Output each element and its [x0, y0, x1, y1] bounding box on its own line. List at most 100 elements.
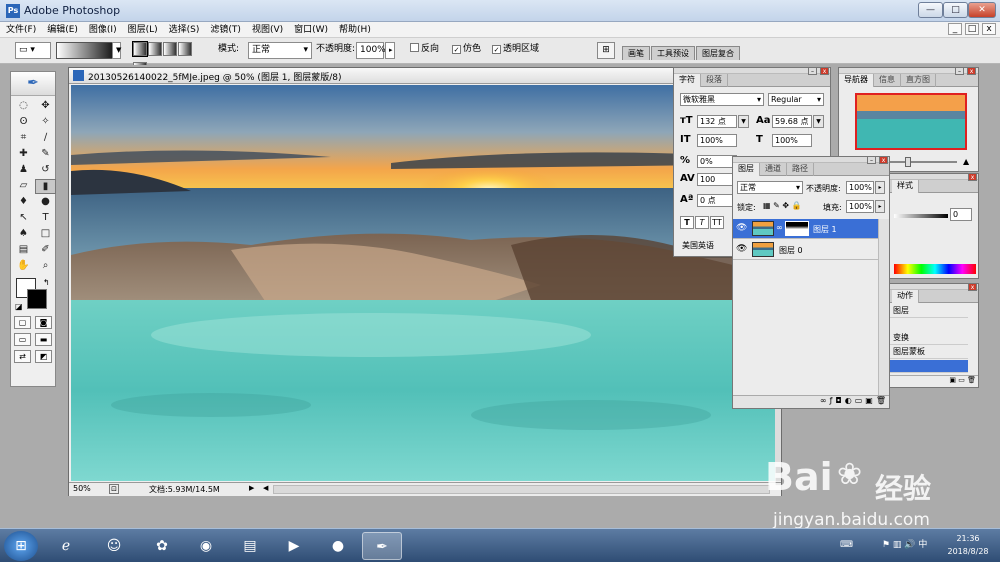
- chevron-down-icon[interactable]: ▼: [738, 115, 749, 128]
- shape-tool-icon[interactable]: □: [35, 227, 56, 242]
- photoshop-taskbar-icon[interactable]: ✒: [362, 532, 402, 560]
- zoom-knob[interactable]: [905, 157, 911, 167]
- opacity-input[interactable]: 100%: [356, 42, 386, 59]
- horizontal-scrollbar[interactable]: [273, 485, 770, 494]
- layer-row-selected[interactable]: 👁 ∞ 图层 1: [733, 219, 878, 239]
- layers-scrollbar[interactable]: [878, 219, 889, 395]
- font-style-select[interactable]: Regular ▾: [768, 93, 824, 106]
- tool-preset-picker[interactable]: ▭ ▾: [15, 42, 51, 59]
- new-group-icon[interactable]: ▭: [855, 396, 863, 405]
- menu-edit[interactable]: 编辑(E): [41, 22, 83, 36]
- palette-close-icon[interactable]: x: [968, 283, 977, 291]
- well-tab-brushes[interactable]: 画笔: [622, 46, 650, 60]
- ime-icon[interactable]: 中: [918, 540, 927, 550]
- tab-info[interactable]: 信息: [874, 74, 901, 87]
- brush-tool-icon[interactable]: ✎: [35, 147, 56, 162]
- eye-icon[interactable]: 👁: [736, 223, 747, 233]
- radial-gradient-icon[interactable]: [148, 42, 162, 56]
- path-select-icon[interactable]: ↖: [13, 211, 34, 226]
- chevron-down-icon[interactable]: ▼: [813, 115, 824, 128]
- lock-all-icon[interactable]: 🔒: [792, 201, 802, 210]
- magic-wand-icon[interactable]: ✧: [35, 115, 56, 130]
- menu-view[interactable]: 视图(V): [246, 22, 288, 36]
- adjustment-layer-icon[interactable]: ◐: [845, 396, 852, 405]
- gradient-dropdown-icon[interactable]: ▼: [112, 42, 121, 59]
- zoom-tool-icon[interactable]: ⌕: [35, 259, 56, 274]
- eyedropper-icon[interactable]: ✐: [35, 243, 56, 258]
- palette-collapse-icon[interactable]: –: [867, 156, 876, 164]
- keyboard-icon[interactable]: ⌨: [840, 540, 853, 550]
- color-spectrum-ramp[interactable]: [894, 264, 976, 274]
- palette-collapse-icon[interactable]: –: [808, 67, 817, 75]
- screen-mode-menu-icon[interactable]: ▬: [35, 333, 52, 346]
- doc-restore-button[interactable]: □: [965, 23, 979, 35]
- mode-select[interactable]: 正常 ▾: [248, 42, 312, 59]
- blur-tool-icon[interactable]: ♦: [13, 195, 34, 210]
- layer-opacity-input[interactable]: 100%: [846, 181, 874, 194]
- tab-layers[interactable]: 图层: [733, 163, 760, 176]
- network-icon[interactable]: ▥: [893, 540, 902, 550]
- add-mask-icon[interactable]: ◘: [835, 396, 841, 405]
- palette-close-icon[interactable]: x: [967, 67, 976, 75]
- tab-navigator[interactable]: 导航器: [839, 74, 874, 87]
- faux-bold-button[interactable]: T: [680, 216, 694, 229]
- default-colors-icon[interactable]: ◪: [15, 302, 23, 311]
- action-item[interactable]: 变换: [890, 332, 968, 345]
- start-button[interactable]: ⊞: [4, 531, 38, 561]
- delete-layer-icon[interactable]: 🗑: [876, 396, 886, 405]
- well-tab-tool-presets[interactable]: 工具预设: [651, 46, 695, 60]
- blend-mode-select[interactable]: 正常 ▾: [737, 181, 803, 194]
- marquee-tool-icon[interactable]: ◌: [13, 99, 34, 114]
- layer-style-icon[interactable]: ƒ: [830, 396, 833, 405]
- clock[interactable]: 21:36 2018/8/28: [940, 532, 996, 558]
- minimize-button[interactable]: —: [918, 2, 943, 18]
- action-item[interactable]: 图层: [890, 305, 968, 318]
- dither-checkbox[interactable]: ✓ 仿色: [452, 42, 481, 59]
- feather-icon[interactable]: ✒: [11, 72, 55, 96]
- close-button[interactable]: ✕: [968, 2, 996, 18]
- action-item[interactable]: 图层蒙板: [890, 346, 968, 359]
- all-caps-button[interactable]: TT: [710, 216, 724, 229]
- link-icon[interactable]: ∞: [776, 223, 783, 232]
- tab-actions[interactable]: 动作: [892, 290, 919, 303]
- doc-close-button[interactable]: x: [982, 23, 996, 35]
- menu-image[interactable]: 图像(I): [83, 22, 122, 36]
- flag-icon[interactable]: ⚑: [882, 540, 890, 550]
- media-player-icon[interactable]: ✿: [142, 532, 182, 560]
- faux-italic-button[interactable]: T: [695, 216, 709, 229]
- healing-brush-icon[interactable]: ✚: [13, 147, 34, 162]
- lasso-tool-icon[interactable]: ʘ: [13, 115, 34, 130]
- lock-transparency-icon[interactable]: ▦: [763, 201, 771, 210]
- linear-gradient-icon[interactable]: [132, 41, 148, 57]
- baseline-shift-input[interactable]: 0 点: [697, 194, 737, 207]
- zoom-level[interactable]: 50%: [73, 484, 91, 493]
- image-canvas[interactable]: [71, 85, 775, 481]
- fill-input[interactable]: 100%: [846, 200, 874, 213]
- tab-channels[interactable]: 通道: [760, 163, 787, 176]
- color-slider[interactable]: [894, 214, 948, 218]
- lock-position-icon[interactable]: ✥: [782, 201, 789, 210]
- ie-icon[interactable]: ℯ: [46, 532, 86, 560]
- volume-icon[interactable]: 🔊: [904, 540, 915, 550]
- zoom-in-icon[interactable]: ▲: [963, 157, 969, 166]
- link-layers-icon[interactable]: ∞: [820, 396, 827, 405]
- maximize-button[interactable]: □: [943, 2, 968, 18]
- palette-toggle-icon[interactable]: ⊞: [597, 42, 615, 59]
- angle-gradient-icon[interactable]: [163, 42, 177, 56]
- palette-close-icon[interactable]: x: [820, 67, 829, 75]
- info-menu-icon[interactable]: ▶: [249, 484, 254, 492]
- dodge-tool-icon[interactable]: ●: [35, 195, 56, 210]
- transparency-checkbox[interactable]: ✓ 透明区域: [492, 42, 539, 59]
- history-brush-icon[interactable]: ↺: [35, 163, 56, 178]
- menu-file[interactable]: 文件(F): [0, 22, 41, 36]
- fill-slider-icon[interactable]: ▸: [875, 200, 885, 213]
- tab-character[interactable]: 字符: [674, 74, 701, 87]
- notes-tool-icon[interactable]: ▤: [13, 243, 34, 258]
- quick-mask-icon[interactable]: ◙: [35, 316, 52, 329]
- font-size-input[interactable]: 132 点: [697, 115, 737, 128]
- well-tab-layer-comps[interactable]: 图层复合: [696, 46, 740, 60]
- jump-to-imageready-icon[interactable]: ⇄: [14, 350, 31, 363]
- palette-close-icon[interactable]: x: [879, 156, 888, 164]
- layer-row[interactable]: 👁 图层 0: [733, 240, 878, 260]
- tab-paragraph[interactable]: 段落: [701, 74, 728, 87]
